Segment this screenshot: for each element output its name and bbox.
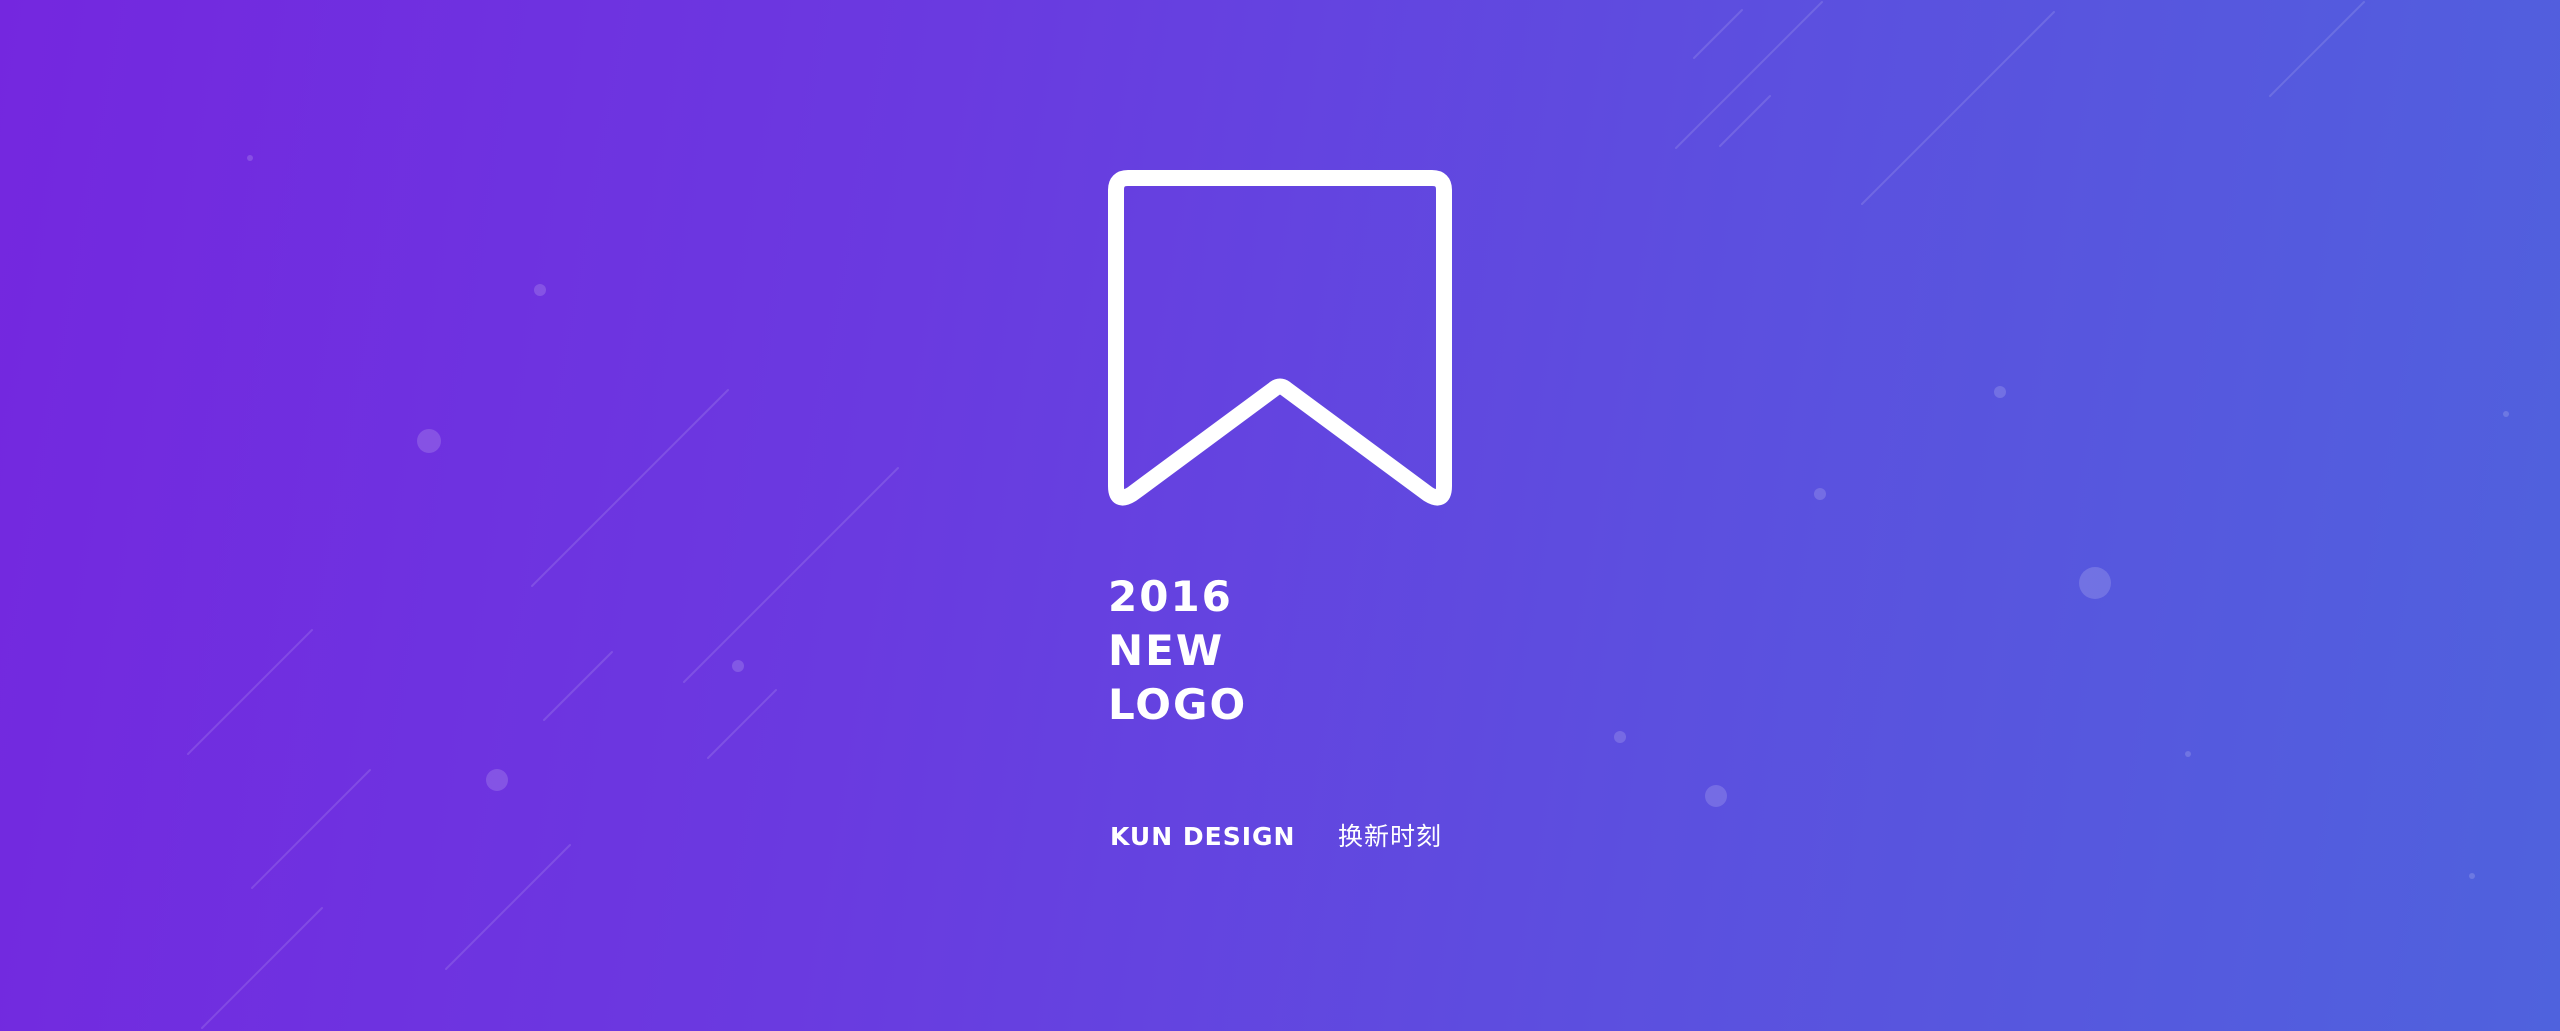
decorative-dot bbox=[2503, 411, 2509, 417]
decorative-streak bbox=[187, 629, 313, 755]
decorative-streak bbox=[445, 844, 571, 970]
decorative-streak bbox=[1719, 95, 1771, 147]
decorative-dot bbox=[1814, 488, 1826, 500]
headline-line-logo: LOGO bbox=[1108, 680, 1248, 729]
decorative-streak bbox=[1675, 1, 1823, 149]
decorative-dot bbox=[486, 769, 508, 791]
decorative-streak bbox=[1861, 11, 2055, 205]
decorative-background bbox=[187, 1, 2509, 1029]
decorative-dot bbox=[2079, 567, 2111, 599]
decorative-streak bbox=[543, 651, 613, 721]
decorative-dot bbox=[247, 155, 253, 161]
decorative-dot bbox=[1705, 785, 1727, 807]
bookmark-ribbon-icon bbox=[1108, 170, 1452, 506]
decorative-streak bbox=[251, 769, 371, 889]
decorative-streak bbox=[2269, 1, 2365, 97]
brand-name: KUN DESIGN bbox=[1110, 822, 1296, 851]
headline-line-new: NEW bbox=[1108, 626, 1225, 675]
decorative-dot bbox=[534, 284, 546, 296]
decorative-dot bbox=[732, 660, 744, 672]
decorative-streak bbox=[531, 389, 729, 587]
decorative-dot bbox=[1614, 731, 1626, 743]
decorative-streak bbox=[1693, 9, 1743, 59]
decorative-streak bbox=[707, 689, 777, 759]
decorative-dot bbox=[1994, 386, 2006, 398]
decorative-streak bbox=[683, 467, 899, 683]
logo-banner: 2016 NEW LOGO KUN DESIGN 换新时刻 bbox=[0, 0, 2560, 1031]
decorative-dot bbox=[417, 429, 441, 453]
tagline: 换新时刻 bbox=[1338, 822, 1443, 851]
decorative-dot bbox=[2469, 873, 2475, 879]
decorative-streak bbox=[201, 907, 323, 1029]
headline: 2016 NEW LOGO bbox=[1108, 570, 1247, 732]
decorative-dot bbox=[2185, 751, 2191, 757]
headline-year: 2016 bbox=[1108, 572, 1233, 621]
